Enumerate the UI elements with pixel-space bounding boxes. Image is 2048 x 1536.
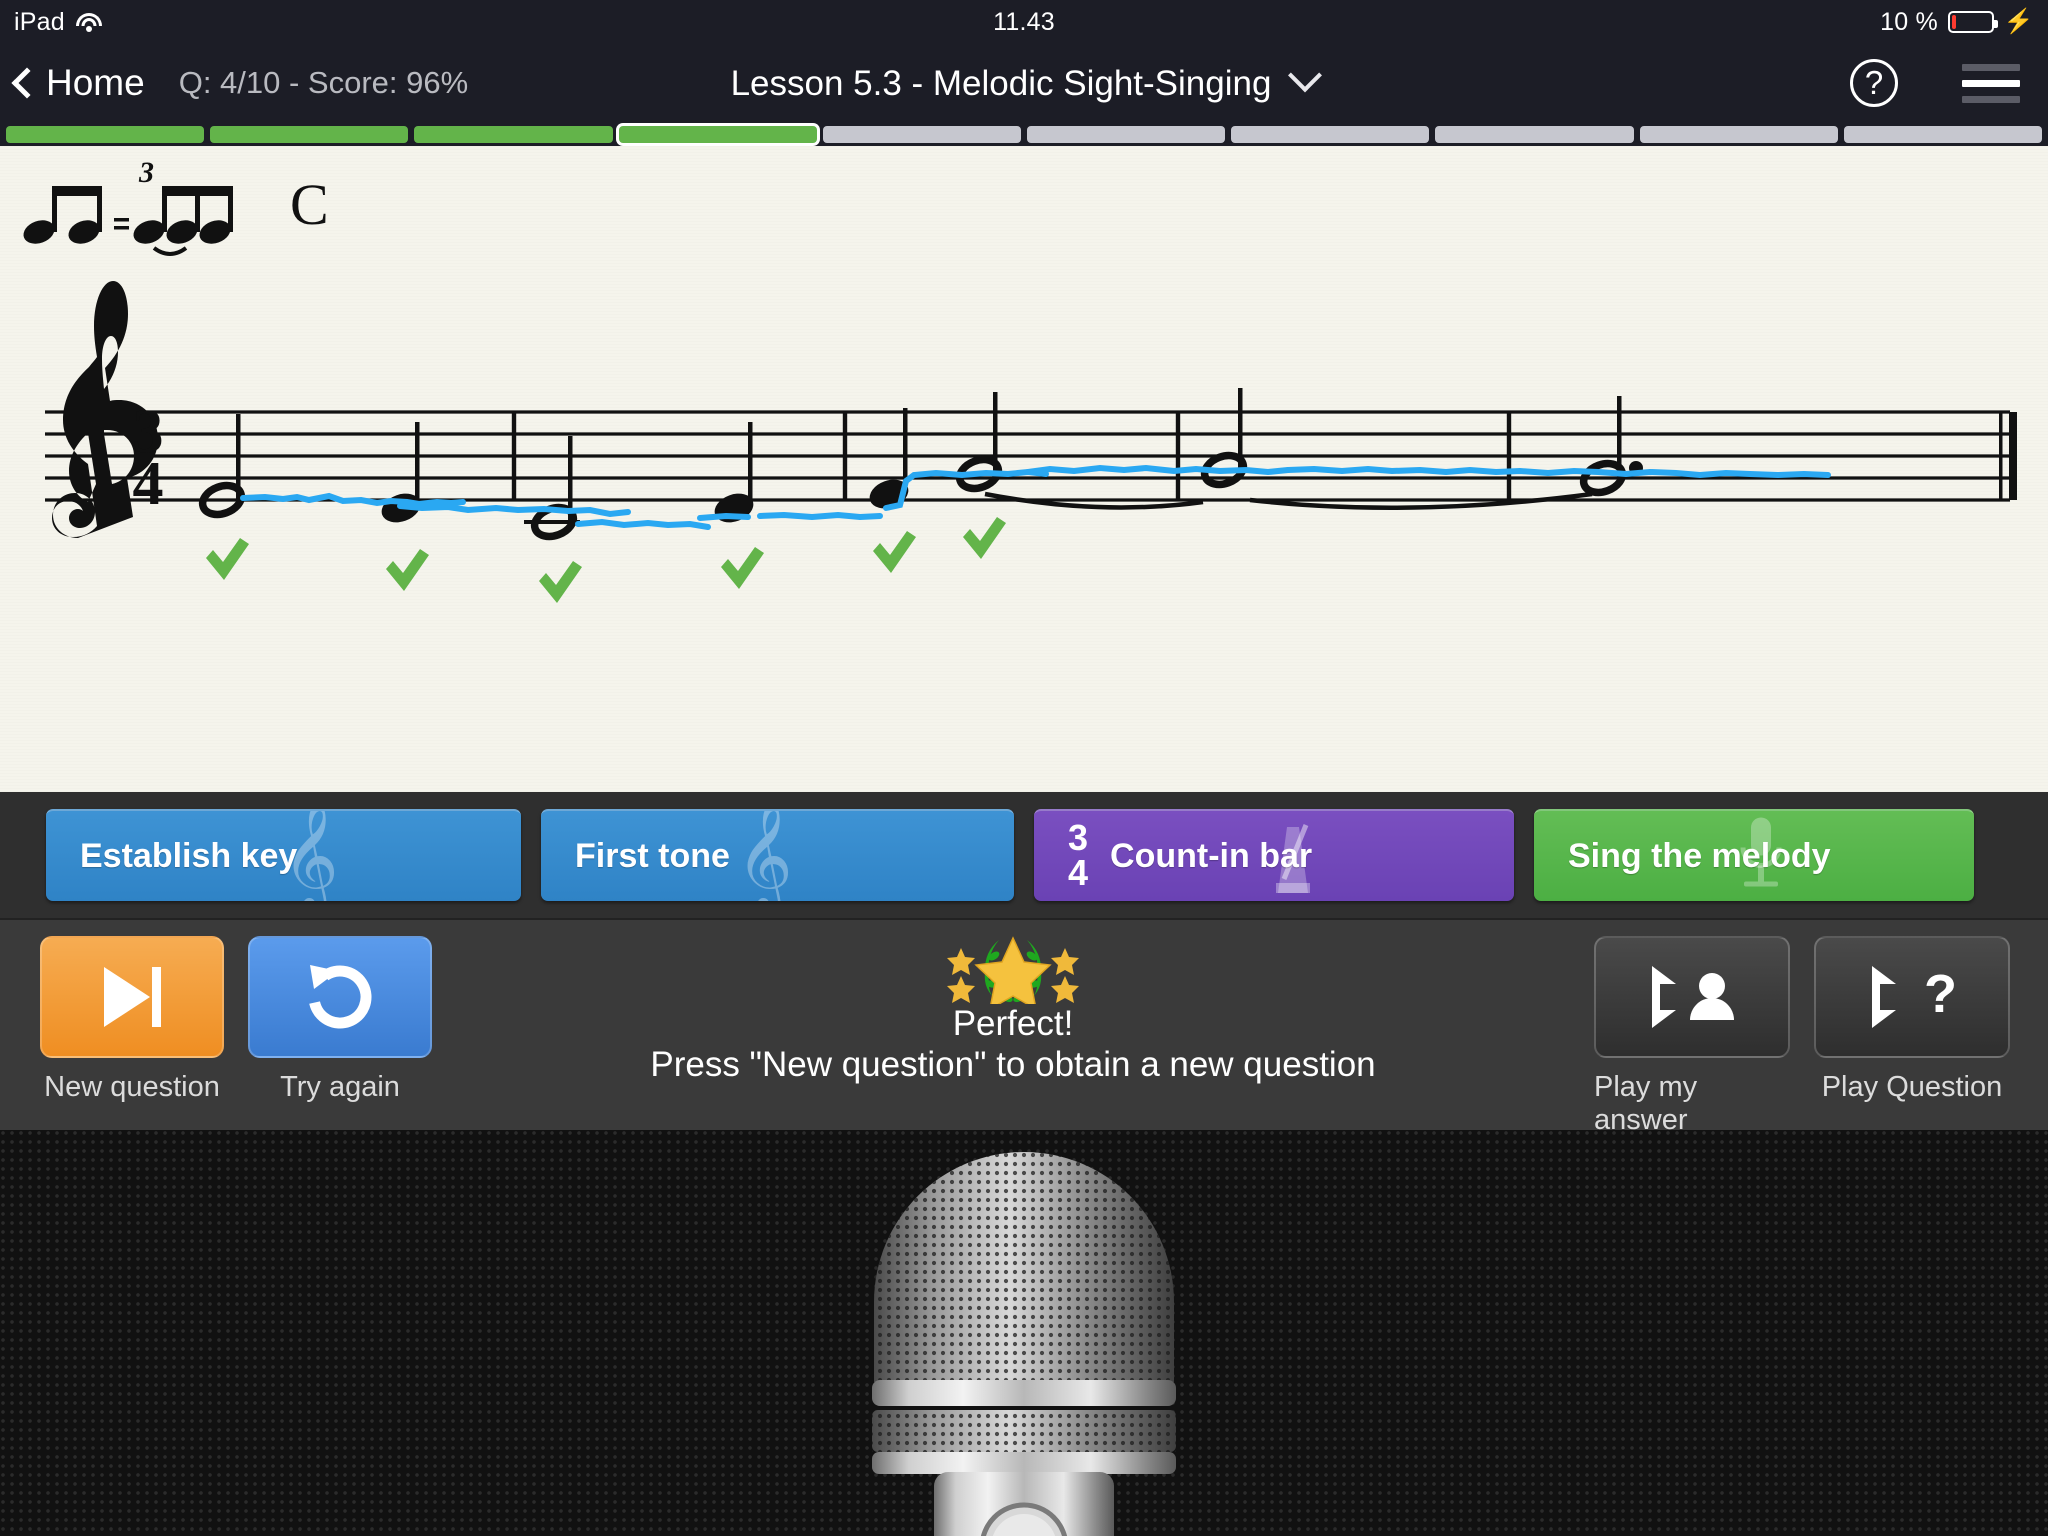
play-question-button[interactable]: ? Play Question bbox=[1814, 936, 2010, 1137]
checkmark-3 bbox=[539, 561, 582, 603]
chevron-down-icon[interactable] bbox=[1288, 58, 1323, 93]
left-control-group: New question Try again bbox=[0, 920, 432, 1104]
feedback-headline: Perfect! bbox=[952, 1004, 1074, 1043]
note-1 bbox=[198, 414, 246, 519]
checkmark-2 bbox=[386, 549, 429, 591]
small-star-3 bbox=[947, 976, 975, 1003]
status-bar-right: 10 % ⚡ bbox=[1880, 8, 2048, 37]
big-star-icon bbox=[974, 936, 1052, 1004]
back-home-label: Home bbox=[46, 62, 145, 103]
svg-text:4: 4 bbox=[133, 450, 164, 518]
svg-text:?: ? bbox=[1924, 964, 1957, 1024]
first-tone-button[interactable]: First tone 𝄞 bbox=[541, 809, 1014, 901]
sing-melody-button[interactable]: Sing the melody bbox=[1534, 809, 1974, 901]
progress-segment-2 bbox=[210, 125, 409, 143]
feedback-instruction: Press "New question" to obtain a new que… bbox=[650, 1044, 1376, 1084]
establish-key-button[interactable]: Establish key 𝄞 bbox=[46, 809, 521, 901]
help-icon-label: ? bbox=[1864, 64, 1884, 101]
battery-fill bbox=[1951, 15, 1956, 29]
establish-key-label: Establish key bbox=[80, 836, 298, 875]
play-question-button-surface[interactable]: ? bbox=[1814, 936, 2010, 1058]
checkmark-1 bbox=[206, 538, 249, 580]
staff-svg: 3 4 bbox=[45, 281, 2017, 603]
progress-segment-7 bbox=[1231, 125, 1430, 143]
progress-segment-5 bbox=[822, 125, 1022, 143]
navigation-bar-right: ? bbox=[1850, 59, 2048, 107]
time-signature-bottom: 4 bbox=[1068, 852, 1089, 893]
first-tone-label: First tone bbox=[575, 836, 730, 875]
try-again-button-surface[interactable] bbox=[248, 936, 432, 1058]
hamburger-menu-icon[interactable] bbox=[1962, 63, 2020, 103]
navigation-bar: Home Q: 4/10 - Score: 96% Lesson 5.3 - M… bbox=[0, 44, 2048, 122]
play-my-answer-label: Play my answer bbox=[1594, 1071, 1698, 1136]
play-my-answer-button-surface[interactable] bbox=[1594, 936, 1790, 1058]
progress-segment-9 bbox=[1639, 125, 1838, 143]
status-bar: iPad 11.43 10 % ⚡ bbox=[0, 0, 2048, 44]
lightning-bolt-icon: ⚡ bbox=[2003, 8, 2034, 35]
count-in-bar-label: Count-in bar bbox=[1110, 836, 1313, 875]
treble-clef-icon: 𝄞 bbox=[736, 809, 793, 901]
back-home-button[interactable]: Home bbox=[0, 62, 145, 104]
lesson-title-text: Lesson 5.3 - Melodic Sight-Singing bbox=[730, 63, 1272, 103]
progress-segment-8 bbox=[1435, 125, 1634, 143]
progress-segment-3 bbox=[414, 125, 613, 143]
progress-segment-10 bbox=[1843, 125, 2043, 143]
battery-icon bbox=[1947, 11, 1998, 33]
progress-segment-4 bbox=[618, 125, 817, 143]
play-question-label: Play Question bbox=[1821, 1071, 2003, 1103]
gold-star-laurel-icon bbox=[947, 936, 1079, 1004]
new-question-button-surface[interactable] bbox=[40, 936, 224, 1058]
speaker-question-icon: ? bbox=[1872, 964, 1957, 1028]
bottom-control-bar: New question Try again Perfect! Press "N… bbox=[0, 918, 2048, 1136]
question-score-label: Q: 4/10 - Score: 96% bbox=[178, 65, 469, 100]
note-3 bbox=[524, 436, 580, 541]
new-question-button[interactable]: New question bbox=[40, 936, 224, 1104]
speaker-person-icon bbox=[1652, 966, 1734, 1028]
checkmark-4 bbox=[721, 547, 764, 589]
count-in-time-signature: 3 4 bbox=[1068, 820, 1089, 893]
time-signature: 3 4 bbox=[133, 398, 164, 518]
note-5 bbox=[869, 408, 909, 509]
help-icon[interactable]: ? bbox=[1850, 59, 1898, 107]
microphone-image-panel bbox=[0, 1130, 2048, 1536]
score-sheet-panel: 3 C 3 4 bbox=[0, 146, 2048, 792]
new-question-label: New question bbox=[44, 1071, 220, 1103]
action-button-row: Establish key 𝄞 First tone 𝄞 3 4 Count-i… bbox=[0, 792, 2048, 918]
play-my-answer-button[interactable]: Play my answer bbox=[1594, 936, 1790, 1137]
feedback-panel: Perfect! Press "New question" to obtain … bbox=[432, 920, 1594, 1085]
battery-percent-label: 10 % bbox=[1880, 7, 1938, 36]
chevron-left-icon bbox=[11, 67, 43, 99]
try-again-button[interactable]: Try again bbox=[248, 936, 432, 1104]
progress-segment-6 bbox=[1027, 125, 1226, 143]
progress-segment-1 bbox=[6, 125, 205, 143]
sing-melody-label: Sing the melody bbox=[1568, 836, 1831, 875]
checkmark-5 bbox=[873, 531, 916, 573]
note-4 bbox=[714, 422, 754, 523]
small-star-1 bbox=[947, 948, 975, 975]
skip-forward-icon bbox=[104, 967, 161, 1027]
note-checkmarks bbox=[206, 517, 1006, 603]
status-bar-clock: 11.43 bbox=[993, 7, 1055, 36]
right-control-group: Play my answer ? Play Question bbox=[1594, 920, 2048, 1137]
music-staff: 3 4 bbox=[0, 146, 2048, 792]
checkmark-6 bbox=[963, 517, 1006, 559]
try-again-label: Try again bbox=[280, 1071, 400, 1103]
refresh-ccw-icon bbox=[309, 965, 372, 1029]
note-7 bbox=[1200, 388, 1248, 489]
studio-microphone-image bbox=[872, 1152, 1176, 1536]
note-2 bbox=[381, 422, 421, 523]
small-star-4 bbox=[1051, 976, 1079, 1003]
small-star-2 bbox=[1051, 948, 1079, 975]
lesson-progress-bar bbox=[0, 122, 2048, 146]
count-in-bar-button[interactable]: 3 4 Count-in bar bbox=[1034, 809, 1514, 901]
staff-lines bbox=[45, 410, 2010, 502]
